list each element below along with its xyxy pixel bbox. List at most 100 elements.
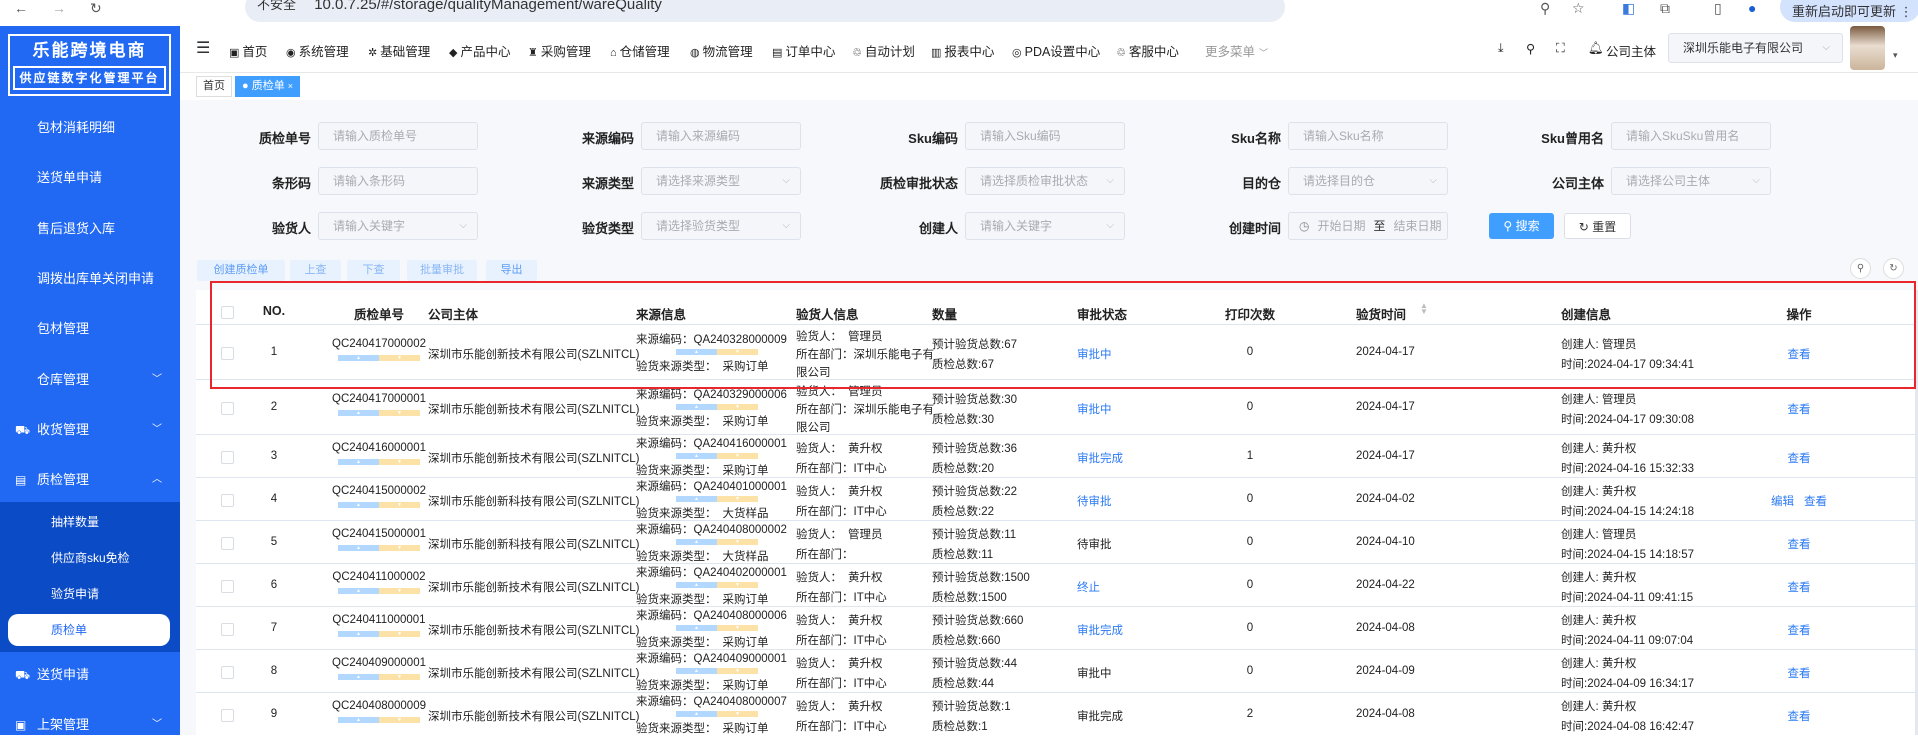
view-link[interactable]: 查看	[1788, 453, 1811, 465]
move-down-icon[interactable]: ▼	[379, 716, 420, 723]
move-up-icon[interactable]: ▲	[338, 544, 379, 551]
move-down-icon[interactable]: ▼	[717, 667, 758, 674]
export-button[interactable]: 导出	[486, 260, 537, 281]
reload-icon[interactable]: ↻	[90, 0, 102, 17]
sort-bars[interactable]: ▲ ▼	[676, 710, 758, 717]
row-checkbox[interactable]	[221, 450, 234, 464]
nav-item[interactable]: ▥ 报表中心	[931, 41, 994, 60]
nav-item[interactable]: ◉ 系统管理	[286, 41, 349, 60]
filter-select[interactable]: 请选择公司主体 ⌵	[1611, 167, 1771, 195]
move-down-icon[interactable]: ▼	[717, 538, 758, 545]
column-header[interactable]: 验货时间	[1356, 304, 1406, 323]
view-link[interactable]: 查看	[1788, 625, 1811, 637]
sidebar-item[interactable]: 仓库管理 ﹀	[0, 360, 180, 400]
move-up-icon[interactable]: ▲	[676, 538, 717, 545]
sort-bars[interactable]: ▲ ▼	[338, 630, 420, 637]
tab-home[interactable]: 首页	[196, 76, 232, 97]
view-link[interactable]: 查看	[1788, 539, 1811, 551]
move-up-icon[interactable]: ▲	[338, 501, 379, 508]
nav-item[interactable]: ♲ 客服中心	[1116, 41, 1179, 60]
move-down-icon[interactable]: ▼	[379, 673, 420, 680]
view-link[interactable]: 查看	[1788, 349, 1811, 361]
sort-bars[interactable]: ▲ ▼	[676, 581, 758, 588]
filter-input[interactable]: 请输入来源编码	[641, 122, 801, 150]
row-checkbox[interactable]	[221, 708, 234, 722]
sort-bars[interactable]: ▲ ▼	[338, 354, 420, 361]
sidebar-item[interactable]: ▤ 质检管理 ︿	[0, 460, 180, 500]
sort-bars[interactable]: ▲ ▼	[338, 716, 420, 723]
search-icon[interactable]: ⚲	[1526, 41, 1535, 56]
forward-icon[interactable]: →	[52, 0, 66, 16]
move-up-icon[interactable]: ▲	[338, 673, 379, 680]
nav-item[interactable]: ◎ PDA设置中心	[1012, 41, 1100, 60]
filter-select[interactable]: 请选择质检审批状态 ⌵	[965, 167, 1125, 195]
move-up-icon[interactable]: ▲	[338, 587, 379, 594]
prev-query-button[interactable]: 上查	[290, 260, 341, 281]
qc-number[interactable]: QC240415000002	[332, 485, 426, 497]
row-checkbox[interactable]	[221, 346, 234, 360]
move-up-icon[interactable]: ▲	[676, 710, 717, 717]
nav-item[interactable]: ▤ 订单中心	[772, 41, 835, 60]
next-query-button[interactable]: 下查	[347, 260, 400, 281]
extensions-icon[interactable]: ⧉	[1660, 0, 1670, 17]
view-link[interactable]: 查看	[1788, 582, 1811, 594]
move-up-icon[interactable]: ▲	[338, 630, 379, 637]
row-checkbox[interactable]	[221, 665, 234, 679]
bell-icon[interactable]: 🔔︎	[1588, 41, 1604, 56]
qc-number[interactable]: QC240411000001	[332, 614, 425, 626]
move-up-icon[interactable]: ▲	[338, 716, 379, 723]
profile-icon[interactable]: ●	[1748, 0, 1756, 16]
address-bar[interactable]: 不安全 10.0.7.25/#/storage/qualityManagemen…	[245, 0, 1285, 22]
approval-status[interactable]: 审批中	[1077, 401, 1112, 417]
company-select[interactable]: 深圳乐能电子有限公司 ⌵	[1668, 33, 1843, 63]
filter-select[interactable]: 请选择验货类型 ⌵	[641, 212, 801, 240]
move-down-icon[interactable]: ▼	[379, 630, 420, 637]
qc-number[interactable]: QC240411000002	[332, 571, 425, 583]
move-down-icon[interactable]: ▼	[379, 458, 420, 465]
nav-item[interactable]: ✲ 基础管理	[368, 41, 430, 60]
sidebar-item[interactable]: ▣ 上架管理 ﹀	[0, 705, 180, 745]
move-down-icon[interactable]: ▼	[717, 403, 758, 410]
sidebar-subitem[interactable]: 验货申请	[8, 578, 170, 610]
download-icon[interactable]: ⤓	[1498, 41, 1504, 56]
move-up-icon[interactable]: ▲	[676, 581, 717, 588]
move-up-icon[interactable]: ▲	[338, 409, 379, 416]
move-down-icon[interactable]: ▼	[717, 624, 758, 631]
filter-input[interactable]: 请输入质检单号	[318, 122, 478, 150]
date-range-picker[interactable]: ◷ 开始日期至结束日期	[1288, 212, 1448, 240]
filter-input[interactable]: 请输入Sku编码	[965, 122, 1125, 150]
move-down-icon[interactable]: ▼	[717, 710, 758, 717]
sidebar-item[interactable]: ⛟ 收货管理 ﹀	[0, 410, 180, 450]
move-up-icon[interactable]: ▲	[676, 495, 717, 502]
move-down-icon[interactable]: ▼	[379, 354, 420, 361]
sidebar-item[interactable]: 售后退货入库	[0, 209, 180, 249]
filter-input[interactable]: 请输入条形码	[318, 167, 478, 195]
filter-select[interactable]: 请输入关键字 ⌵	[965, 212, 1125, 240]
search-button[interactable]: ⚲ 搜索	[1489, 213, 1554, 239]
move-down-icon[interactable]: ▼	[717, 495, 758, 502]
nav-item[interactable]: ◆ 产品中心	[449, 41, 510, 60]
move-down-icon[interactable]: ▼	[379, 409, 420, 416]
sidebar-subitem[interactable]: 抽样数量	[8, 506, 170, 538]
move-up-icon[interactable]: ▲	[676, 403, 717, 410]
approval-status[interactable]: 审批完成	[1077, 622, 1123, 638]
qc-number[interactable]: QC240409000001	[332, 657, 426, 669]
reset-button[interactable]: ↻ 重置	[1564, 213, 1631, 239]
approval-status[interactable]: 终止	[1077, 579, 1100, 595]
approval-status[interactable]: 审批中	[1077, 346, 1112, 362]
sort-bars[interactable]: ▲ ▼	[338, 544, 420, 551]
sort-bars[interactable]: ▲ ▼	[676, 403, 758, 410]
sidebar-subitem[interactable]: 质检单	[8, 614, 170, 646]
start-date[interactable]: 开始日期	[1317, 219, 1365, 233]
approval-status[interactable]: 审批完成	[1077, 450, 1123, 466]
qc-number[interactable]: QC240408000009	[332, 700, 426, 712]
filter-select[interactable]: 请选择来源类型 ⌵	[641, 167, 801, 195]
qc-number[interactable]: QC240417000001	[332, 393, 426, 405]
qc-number[interactable]: QC240416000001	[332, 442, 426, 454]
view-link[interactable]: 查看	[1788, 711, 1811, 723]
more-menu[interactable]: 更多菜单 ﹀	[1205, 41, 1268, 60]
end-date[interactable]: 结束日期	[1394, 219, 1442, 233]
move-down-icon[interactable]: ▼	[717, 348, 758, 355]
sort-bars[interactable]: ▲ ▼	[676, 538, 758, 545]
caret-down-icon[interactable]: ▾	[1893, 50, 1898, 61]
